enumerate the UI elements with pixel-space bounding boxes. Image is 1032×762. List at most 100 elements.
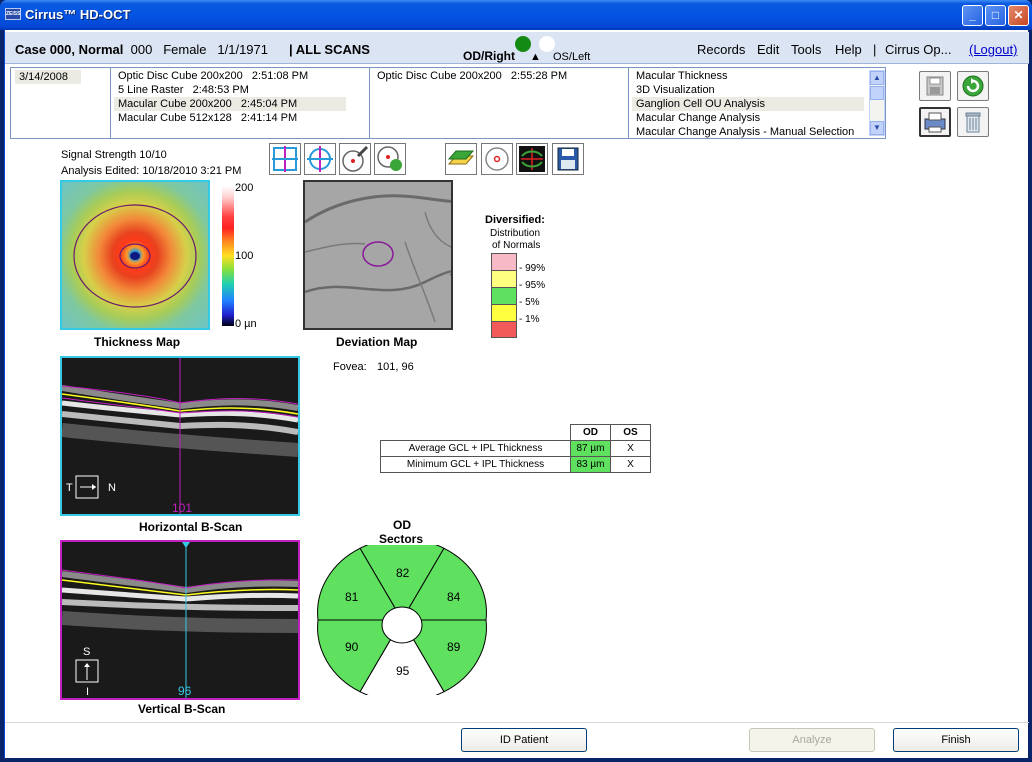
analysis-item-selected[interactable]: Ganglion Cell OU Analysis bbox=[632, 97, 864, 111]
sectors-title: Sectors bbox=[379, 532, 424, 546]
crosshair-grid-icon[interactable] bbox=[269, 143, 301, 175]
sector-value-top: 82 bbox=[396, 566, 410, 580]
gcl-thickness-table: OD OS Average GCL + IPL Thickness 87 µm … bbox=[380, 424, 651, 473]
list-item[interactable]: Optic Disc Cube 200x200 2:51:08 PM bbox=[114, 69, 346, 83]
sector-value-top-right: 84 bbox=[447, 590, 461, 604]
od-eye-indicator[interactable] bbox=[515, 36, 531, 52]
app-client: Case 000, Normal 000 Female 1/1/1971 | A… bbox=[4, 30, 1029, 758]
edit-fovea-icon[interactable] bbox=[339, 143, 371, 175]
thickness-map[interactable] bbox=[60, 180, 210, 330]
analysis-edited: Analysis Edited: 10/18/2010 3:21 PM bbox=[61, 165, 242, 177]
scroll-up-icon[interactable]: ▲ bbox=[870, 71, 884, 85]
layers-icon[interactable] bbox=[445, 143, 477, 175]
scan-column-1: Optic Disc Cube 200x200 2:51:08 PM 5 Lin… bbox=[111, 68, 370, 138]
list-item-selected[interactable]: Macular Cube 200x200 2:45:04 PM bbox=[114, 97, 346, 111]
reset-fovea-icon[interactable] bbox=[374, 143, 406, 175]
scroll-thumb[interactable] bbox=[870, 86, 884, 100]
menu-help[interactable]: Help bbox=[835, 42, 862, 57]
list-item[interactable]: Macular Cube 512x128 2:41:14 PM bbox=[114, 111, 346, 125]
patient-name: Case 000, Normal bbox=[15, 42, 124, 57]
horizontal-bscan[interactable]: T N 101 bbox=[60, 356, 300, 516]
scale-min-label: 0 µn bbox=[235, 318, 257, 330]
sector-value-bottom: 95 bbox=[396, 664, 410, 678]
menu-edit[interactable]: Edit bbox=[757, 42, 779, 57]
list-item[interactable]: Optic Disc Cube 200x200 2:55:28 PM bbox=[373, 69, 605, 83]
scan-column-2: Optic Disc Cube 200x200 2:55:28 PM bbox=[370, 68, 629, 138]
vertical-bscan-caption: Vertical B-Scan bbox=[138, 702, 226, 716]
scale-max-label: 200 bbox=[235, 182, 254, 194]
date-column: 3/14/2008 bbox=[11, 68, 111, 138]
vscan-orient-bottom: I bbox=[86, 686, 90, 698]
fovea-label: Fovea: bbox=[333, 361, 367, 373]
legend-subtitle-1: Distribution bbox=[490, 228, 541, 239]
vscan-orient-top: S bbox=[83, 646, 91, 658]
window-title: Cirrus™ HD-OCT bbox=[25, 7, 131, 22]
circle-target-icon[interactable] bbox=[481, 143, 513, 175]
scale-mid-label: 100 bbox=[235, 250, 254, 262]
vertical-bscan[interactable]: S I 96 bbox=[60, 540, 300, 700]
horizontal-bscan-caption: Horizontal B-Scan bbox=[139, 520, 243, 534]
scan-list-panel: 3/14/2008 Optic Disc Cube 200x200 2:51:0… bbox=[10, 67, 886, 139]
patient-id: 000 bbox=[130, 42, 153, 57]
maximize-button[interactable]: □ bbox=[985, 5, 1006, 26]
refresh-icon[interactable] bbox=[957, 71, 989, 101]
analysis-item[interactable]: Macular Thickness bbox=[632, 69, 864, 83]
legend-title: Diversified: bbox=[485, 214, 545, 226]
list-item[interactable]: 5 Line Raster 2:48:53 PM bbox=[114, 83, 346, 97]
analysis-list: Macular Thickness 3D Visualization Gangl… bbox=[629, 68, 869, 138]
thickness-map-caption: Thickness Map bbox=[94, 335, 181, 349]
legend-swatch-yellow bbox=[491, 270, 517, 287]
fundus-overlay-icon[interactable] bbox=[516, 143, 548, 175]
legend-level-95: - 95% bbox=[519, 280, 546, 291]
minimize-button[interactable]: _ bbox=[962, 5, 983, 26]
close-button[interactable]: ✕ bbox=[1008, 5, 1029, 26]
row-label: Average GCL + IPL Thickness bbox=[380, 440, 571, 457]
analysis-item[interactable]: 3D Visualization bbox=[632, 83, 864, 97]
print-icon[interactable] bbox=[919, 107, 951, 137]
scan-date[interactable]: 3/14/2008 bbox=[15, 70, 81, 84]
menu-records[interactable]: Records bbox=[697, 42, 745, 57]
patient-dob: 1/1/1971 bbox=[217, 42, 268, 57]
case-header: Case 000, Normal 000 Female 1/1/1971 | A… bbox=[5, 32, 1029, 64]
table-row: Minimum GCL + IPL Thickness 83 µm X bbox=[380, 456, 651, 473]
vscan-index: 96 bbox=[178, 684, 192, 698]
deviation-map-caption: Deviation Map bbox=[336, 335, 418, 349]
table-header-od: OD bbox=[570, 424, 611, 441]
legend-swatch-pink bbox=[491, 253, 517, 270]
patient-info: Case 000, Normal 000 Female 1/1/1971 bbox=[15, 42, 268, 57]
os-eye-indicator[interactable] bbox=[539, 36, 555, 52]
analyze-button[interactable]: Analyze bbox=[749, 728, 875, 752]
eye-selector-arrow-icon: ▲ bbox=[530, 51, 541, 63]
row-od-value: 83 µm bbox=[570, 456, 611, 473]
analysis-item[interactable]: Macular Change Analysis bbox=[632, 111, 864, 125]
legend-swatch-green bbox=[491, 287, 517, 304]
floppy-save-icon[interactable] bbox=[552, 143, 584, 175]
od-label: OD/Right bbox=[463, 49, 515, 63]
logout-link[interactable]: (Logout) bbox=[969, 42, 1017, 57]
hscan-orient-right: N bbox=[108, 482, 116, 494]
thickness-color-scale bbox=[222, 186, 234, 326]
id-patient-button[interactable]: ID Patient bbox=[461, 728, 587, 752]
save-icon[interactable] bbox=[919, 71, 951, 101]
menu-tools[interactable]: Tools bbox=[791, 42, 821, 57]
deviation-map[interactable] bbox=[303, 180, 453, 330]
sector-value-top-left: 81 bbox=[345, 590, 359, 604]
legend-level-1: - 1% bbox=[519, 314, 540, 325]
finish-button[interactable]: Finish bbox=[893, 728, 1019, 752]
all-scans-label: | ALL SCANS bbox=[289, 42, 370, 57]
os-label: OS/Left bbox=[553, 51, 591, 63]
legend-level-5: - 5% bbox=[519, 297, 540, 308]
analysis-item[interactable]: Macular Change Analysis - Manual Selecti… bbox=[632, 125, 864, 139]
sectors-title-od: OD bbox=[393, 518, 411, 532]
analysis-scrollbar[interactable]: ▲ ▼ bbox=[869, 70, 885, 136]
row-label: Minimum GCL + IPL Thickness bbox=[380, 456, 571, 473]
table-header-blank bbox=[380, 424, 571, 441]
legend-swatch-yellow-low bbox=[491, 304, 517, 321]
crosshair-circle-icon[interactable] bbox=[304, 143, 336, 175]
scroll-down-icon[interactable]: ▼ bbox=[870, 121, 884, 135]
legend-subtitle-2: of Normals bbox=[492, 240, 541, 251]
sector-value-bottom-right: 89 bbox=[447, 640, 461, 654]
trash-icon[interactable] bbox=[957, 107, 989, 137]
hscan-index: 101 bbox=[172, 501, 193, 515]
menu-cirrus-options[interactable]: Cirrus Op... bbox=[885, 42, 951, 57]
